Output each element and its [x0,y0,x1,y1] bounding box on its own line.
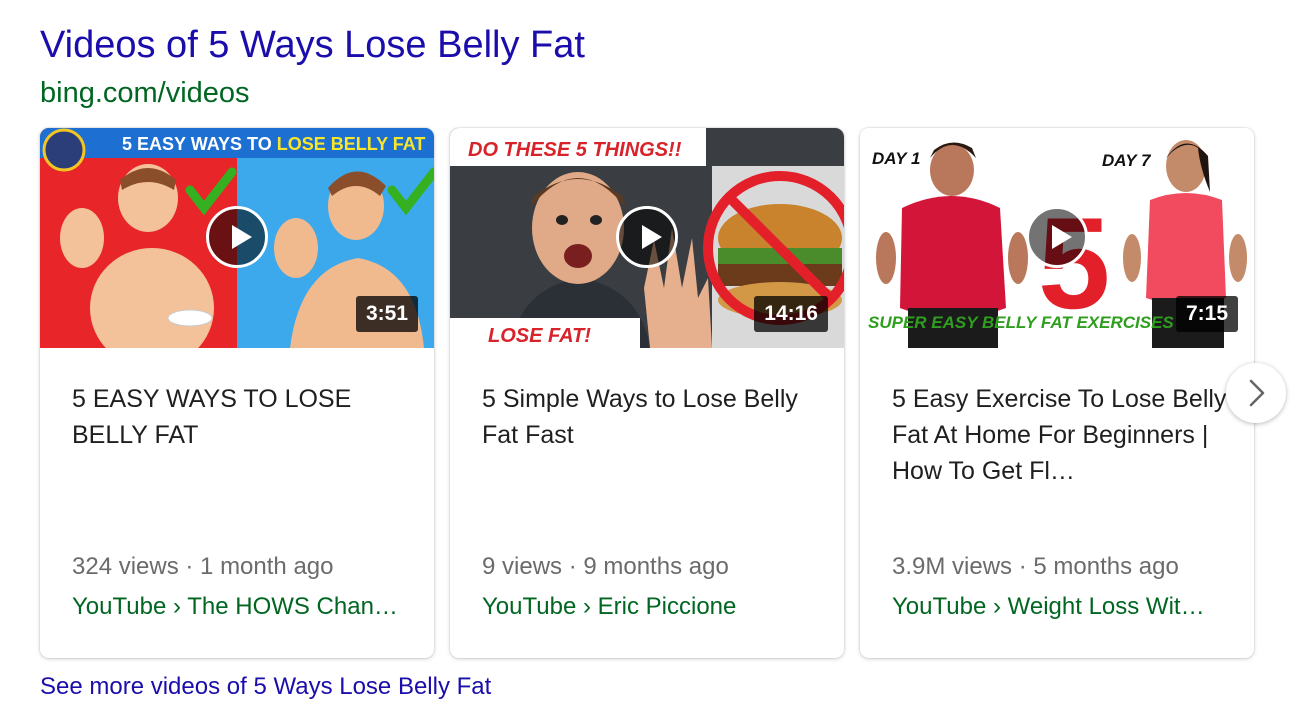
thumb-caption: 5 EASY WAYS TO LOSE BELLY FAT [122,134,425,154]
video-card-2[interactable]: DO THESE 5 THINGS!! LOSE FAT! 14:16 5 Si… [450,128,844,658]
video-meta: 3.9M views · 5 months ago [892,553,1179,580]
video-thumbnail[interactable]: 5 EASY WAYS TO LOSE BELLY FAT 3:51 [40,128,434,348]
video-duration: 7:15 [1175,296,1238,332]
video-title[interactable]: 5 Easy Exercise To Lose Belly Fat At Hom… [892,381,1232,489]
video-channel: YouTube › The HOWS Chan… [72,593,398,620]
thumb-day-left: DAY 1 [872,149,921,168]
see-more-videos-link[interactable]: See more videos of 5 Ways Lose Belly Fat [40,673,491,701]
play-icon[interactable] [206,206,268,268]
result-title-link[interactable]: Videos of 5 Ways Lose Belly Fat [40,24,585,67]
video-channel: YouTube › Weight Loss Wit… [892,593,1205,620]
thumb-caption-top: DO THESE 5 THINGS!! [468,139,682,161]
video-channel: YouTube › Eric Piccione [482,593,737,620]
video-thumbnail[interactable]: DAY 1 DAY 7 5 SUPER EASY BELLY FAT EXERC… [860,128,1254,348]
video-title[interactable]: 5 Simple Ways to Lose Belly Fat Fast [482,381,822,453]
source-url: bing.com/videos [40,77,250,109]
play-icon[interactable] [1026,206,1088,268]
carousel-next-button[interactable] [1226,363,1286,423]
video-meta: 324 views · 1 month ago [72,553,334,580]
thumb-caption: SUPER EASY BELLY FAT EXERCISES [868,313,1174,332]
thumb-caption-bottom: LOSE FAT! [488,325,591,347]
chevron-right-icon [1249,379,1265,407]
video-card-3[interactable]: DAY 1 DAY 7 5 SUPER EASY BELLY FAT EXERC… [860,128,1254,658]
video-thumbnail[interactable]: DO THESE 5 THINGS!! LOSE FAT! 14:16 [450,128,844,348]
video-title[interactable]: 5 EASY WAYS TO LOSE BELLY FAT [72,381,412,453]
thumb-day-right: DAY 7 [1102,151,1152,170]
video-duration: 3:51 [355,296,418,332]
video-meta: 9 views · 9 months ago [482,553,729,580]
play-icon[interactable] [616,206,678,268]
video-duration: 14:16 [754,296,828,332]
video-card-1[interactable]: 5 EASY WAYS TO LOSE BELLY FAT 3:51 5 EAS… [40,128,434,658]
